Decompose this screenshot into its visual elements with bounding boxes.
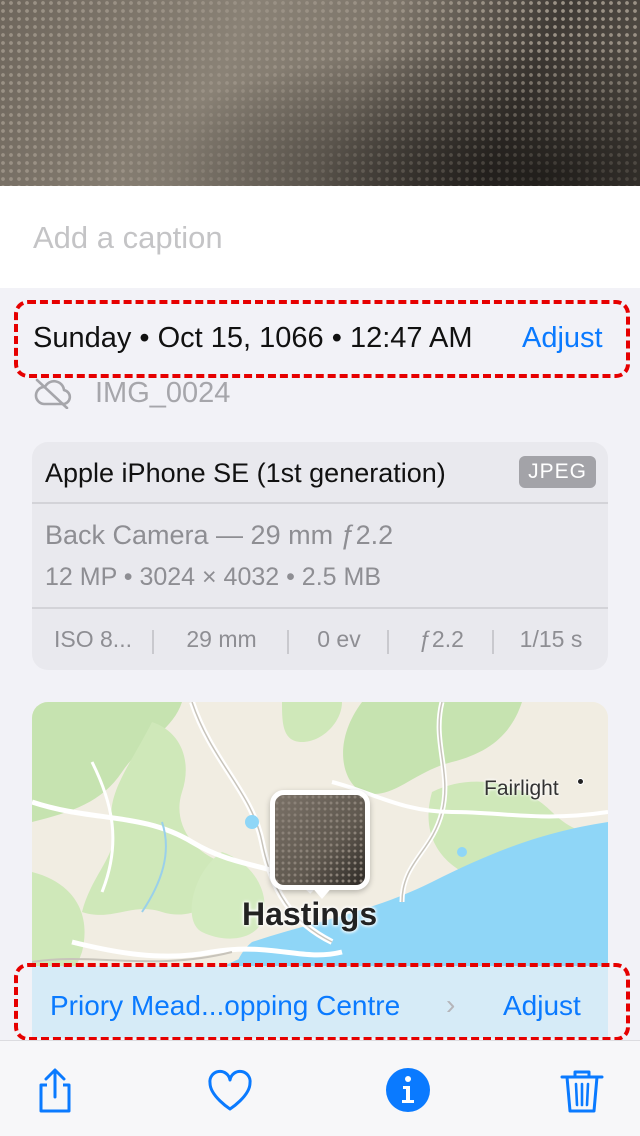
map-town-dot	[577, 778, 584, 785]
file-name: IMG_0024	[95, 376, 231, 409]
exif-aperture: ƒ2.2	[389, 626, 494, 654]
adjust-location-button[interactable]: Adjust	[503, 990, 581, 1022]
camera-info-card: Apple iPhone SE (1st generation) JPEG Ba…	[32, 442, 608, 670]
chevron-right-icon: ›	[446, 989, 456, 1020]
exif-focal-length: 29 mm	[154, 626, 289, 654]
camera-model: Apple iPhone SE (1st generation)	[45, 458, 446, 488]
photo-location-thumbnail	[270, 790, 370, 890]
heart-icon[interactable]	[206, 1067, 254, 1115]
exif-iso: ISO 8...	[32, 626, 154, 654]
share-icon[interactable]	[31, 1067, 79, 1115]
map-town-label: Fairlight	[484, 777, 559, 800]
trash-icon[interactable]	[558, 1067, 606, 1115]
caption-input[interactable]	[33, 220, 593, 256]
info-icon[interactable]	[384, 1066, 432, 1114]
file-row: IMG_0024	[33, 373, 230, 413]
adjust-date-button[interactable]: Adjust	[522, 322, 603, 355]
date-time-text: Sunday • Oct 15, 1066 • 12:47 AM	[33, 322, 473, 354]
exif-row: ISO 8... 29 mm 0 ev ƒ2.2 1/15 s	[32, 607, 608, 670]
photo-preview[interactable]	[0, 0, 640, 186]
format-badge: JPEG	[519, 456, 596, 488]
camera-specs: 12 MP • 3024 × 4032 • 2.5 MB	[45, 563, 382, 591]
exif-exposure-value: 0 ev	[289, 626, 389, 654]
exif-shutter-speed: 1/15 s	[519, 626, 583, 652]
bottom-toolbar	[0, 1040, 640, 1136]
location-name-link[interactable]: Priory Mead...opping Centre	[50, 990, 400, 1022]
camera-lens: Back Camera — 29 mm ƒ2.2	[45, 520, 394, 550]
map-city-label: Hastings	[242, 896, 378, 932]
cloud-off-icon	[34, 378, 72, 409]
camera-header: Apple iPhone SE (1st generation) JPEG	[32, 442, 608, 504]
